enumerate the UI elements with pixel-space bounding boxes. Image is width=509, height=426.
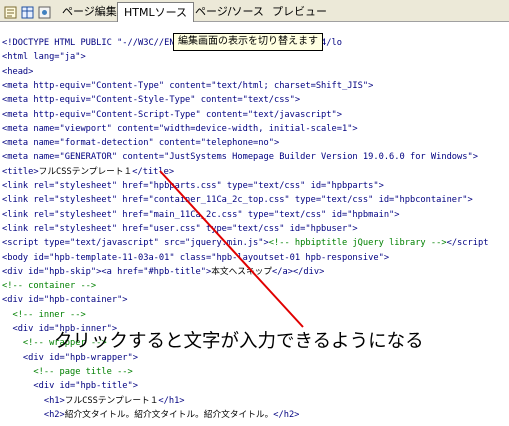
annotation-pointer-line [159,170,304,328]
annotation-text: クリックすると文字が入力できるようになる [54,331,424,352]
